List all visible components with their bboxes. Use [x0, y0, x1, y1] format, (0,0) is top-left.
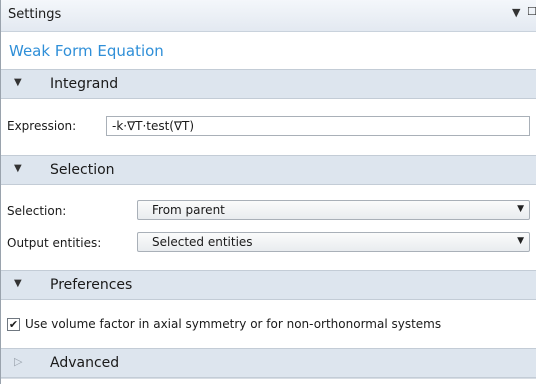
section-label: Advanced	[50, 355, 120, 371]
selection-dropdown[interactable]: From parent ▼	[137, 200, 530, 220]
section-preferences[interactable]: ▼ Preferences	[1, 270, 536, 300]
section-selection[interactable]: ▼ Selection	[1, 155, 536, 185]
output-entities-dropdown[interactable]: Selected entities ▼	[137, 232, 530, 252]
expand-triangle-collapsed-icon[interactable]: ▷	[14, 355, 22, 368]
expression-label: Expression:	[7, 119, 77, 133]
section-label: Integrand	[50, 76, 119, 92]
window-border	[0, 0, 1, 384]
dropdown-triangle-icon[interactable]: ▼	[512, 6, 520, 19]
expand-triangle-icon[interactable]: ▼	[14, 163, 22, 174]
section-label: Selection	[50, 162, 115, 178]
volume-factor-label[interactable]: Use volume factor in axial symmetry or f…	[25, 317, 441, 331]
section-advanced[interactable]: ▷ Advanced	[1, 348, 536, 378]
section-label: Preferences	[50, 277, 133, 293]
output-entities-value: Selected entities	[152, 235, 253, 249]
selection-value: From parent	[152, 203, 225, 217]
checkmark-icon: ✔	[8, 318, 19, 331]
page-title: Weak Form Equation	[9, 42, 164, 60]
window-title: Settings	[8, 7, 62, 22]
expression-field[interactable]: -k·∇T·test(∇T)	[106, 116, 530, 136]
volume-factor-checkbox[interactable]: ✔	[7, 318, 20, 331]
expand-triangle-icon[interactable]: ▼	[14, 77, 22, 88]
settings-titlebar: Settings ▼ ☐	[1, 0, 536, 32]
output-entities-label: Output entities:	[7, 236, 102, 250]
expand-triangle-icon[interactable]: ▼	[14, 278, 22, 289]
chevron-down-icon: ▼	[517, 204, 524, 214]
chevron-down-icon: ▼	[517, 236, 524, 246]
selection-label: Selection:	[7, 204, 67, 218]
section-integrand[interactable]: ▼ Integrand	[1, 69, 536, 99]
restore-window-icon[interactable]: ☐	[527, 5, 536, 18]
divider	[1, 378, 536, 379]
